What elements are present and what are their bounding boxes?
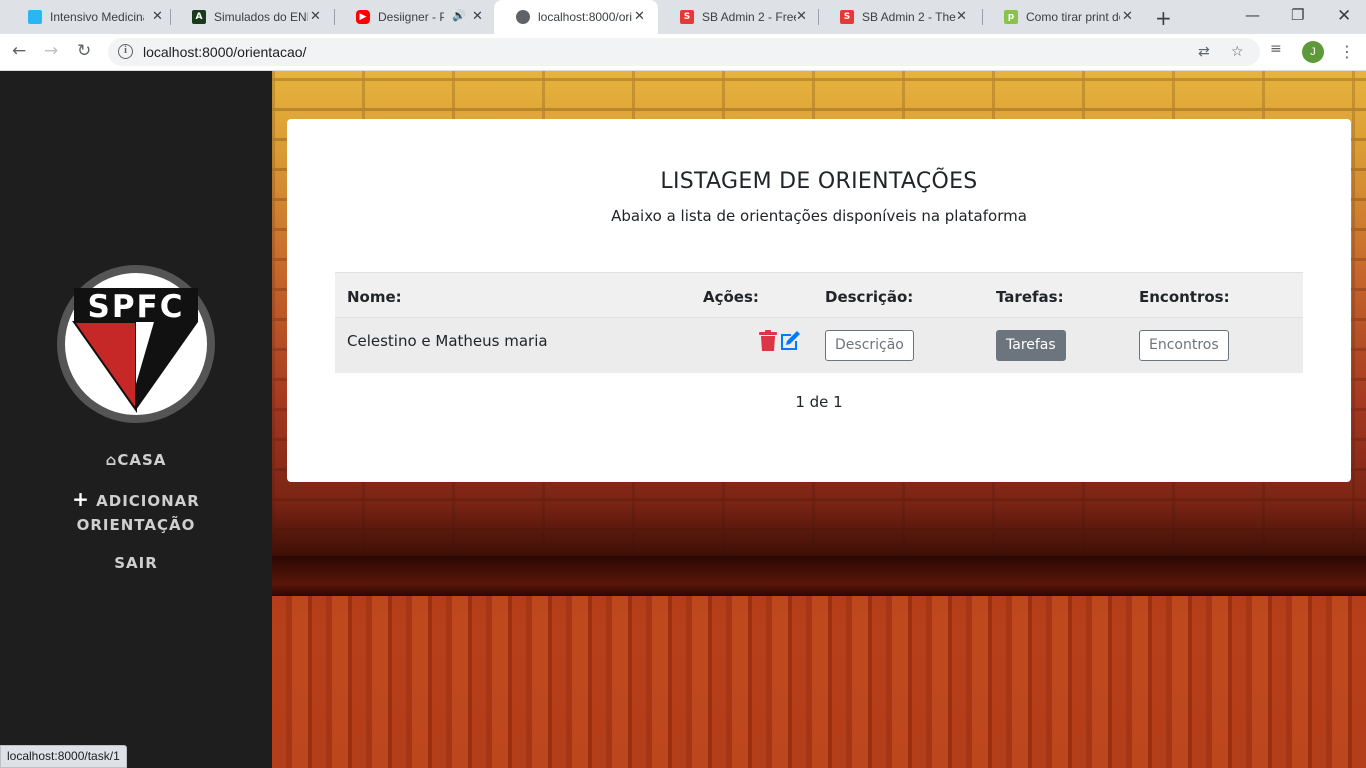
tab-title: SB Admin 2 - Theme [862, 10, 956, 24]
close-icon[interactable]: ✕ [310, 9, 321, 24]
browser-tab-active[interactable]: localhost:8000/orientacao/ ✕ [494, 0, 658, 34]
translate-icon[interactable]: ⇄ [1198, 44, 1210, 60]
tab-title: Como tirar print do [1026, 10, 1120, 24]
spfc-logo: SPFC [57, 265, 215, 423]
close-icon[interactable]: ✕ [956, 9, 967, 24]
site-favicon-icon [28, 10, 42, 24]
restore-icon[interactable]: ❐ [1291, 6, 1304, 24]
meetings-button[interactable]: Encontros [1139, 330, 1229, 361]
browser-tab-strip: Intensivo Medicina ✕ A Simulados do ENEM… [0, 0, 1366, 34]
page-subtitle: Abaixo a lista de orientações disponívei… [611, 207, 1027, 225]
table-row: Celestino e Matheus maria Descrição Tare… [335, 318, 1303, 373]
table-header: Nome: Ações: Descrição: Tarefas: Encontr… [335, 272, 1303, 318]
sidebar-item-logout[interactable]: SAIR [0, 551, 272, 575]
close-icon[interactable]: ✕ [634, 9, 645, 24]
plus-icon: + [72, 487, 90, 511]
orientations-table: Nome: Ações: Descrição: Tarefas: Encontr… [335, 272, 1303, 373]
browser-tab[interactable]: Intensivo Medicina ✕ [6, 0, 170, 34]
column-header-description: Descrição: [825, 288, 914, 306]
address-bar[interactable]: i localhost:8000/orientacao/ ⇄ ☆ [108, 38, 1260, 66]
orientation-name: Celestino e Matheus maria [347, 332, 548, 350]
tab-title: SB Admin 2 - Free [702, 10, 796, 24]
wooden-floor [272, 596, 1366, 768]
column-header-meetings: Encontros: [1139, 288, 1230, 306]
site-favicon-icon: p [1004, 10, 1018, 24]
site-favicon-icon: S [680, 10, 694, 24]
address-url[interactable]: localhost:8000/orientacao/ [143, 44, 306, 60]
tab-title: Intensivo Medicina [50, 10, 144, 24]
column-header-name: Nome: [347, 288, 402, 306]
browser-tab[interactable]: S SB Admin 2 - Free ✕ [658, 0, 818, 34]
home-icon: ⌂ [105, 451, 118, 469]
youtube-icon: ▶ [356, 10, 370, 24]
browser-toolbar: ← → ↻ i localhost:8000/orientacao/ ⇄ ☆ ≡… [0, 34, 1366, 71]
avatar[interactable]: J [1302, 41, 1324, 63]
menu-kebab-icon[interactable]: ⋮ [1339, 42, 1355, 61]
window-close-icon[interactable]: ✕ [1337, 6, 1351, 26]
sidebar-item-label: ORIENTAÇÃO [76, 516, 196, 534]
site-favicon-icon: A [192, 10, 206, 24]
back-arrow-icon[interactable]: ← [12, 41, 26, 61]
sidebar: SPFC ⌂CASA + ADICIONAR ORIENTAÇÃO SAIR [0, 71, 272, 768]
close-icon[interactable]: ✕ [472, 9, 483, 24]
tasks-button[interactable]: Tarefas [996, 330, 1066, 361]
audio-playing-icon[interactable]: 🔊 [452, 9, 466, 22]
page: SPFC ⌂CASA + ADICIONAR ORIENTAÇÃO SAIR L… [0, 71, 1366, 768]
status-bar-url: localhost:8000/task/1 [0, 745, 127, 768]
sidebar-item-label: ADICIONAR [96, 492, 200, 510]
sidebar-item-label: SAIR [114, 554, 158, 572]
close-icon[interactable]: ✕ [796, 9, 807, 24]
forward-arrow-icon[interactable]: → [44, 41, 58, 61]
tab-title: localhost:8000/orientacao/ [538, 10, 632, 24]
edit-icon[interactable] [778, 328, 802, 352]
globe-icon [516, 10, 530, 24]
sidebar-item-label: CASA [117, 451, 167, 469]
browser-tab[interactable]: ▶ Desiigner - Panda 🔊 ✕ [334, 0, 494, 34]
column-header-actions: Ações: [703, 288, 759, 306]
reload-icon[interactable]: ↻ [77, 41, 91, 61]
minimize-icon[interactable]: — [1245, 6, 1260, 24]
tab-title: Desiigner - Panda [378, 10, 444, 24]
browser-tab[interactable]: A Simulados do ENEM ✕ [170, 0, 334, 34]
star-bookmark-icon[interactable]: ☆ [1231, 44, 1244, 60]
sidebar-item-home[interactable]: ⌂CASA [0, 448, 272, 472]
baseboard [272, 556, 1366, 596]
description-button[interactable]: Descrição [825, 330, 914, 361]
column-header-tasks: Tarefas: [996, 288, 1064, 306]
background-stage: LISTAGEM DE ORIENTAÇÕES Abaixo a lista d… [272, 71, 1366, 768]
tab-title: Simulados do ENEM [214, 10, 308, 24]
close-icon[interactable]: ✕ [152, 9, 163, 24]
site-favicon-icon: S [840, 10, 854, 24]
new-tab-plus-icon[interactable]: + [1155, 6, 1172, 30]
trash-icon[interactable] [759, 330, 777, 352]
pagination: 1 de 1 [795, 393, 843, 411]
media-queue-icon[interactable]: ≡ [1270, 41, 1282, 57]
browser-tab[interactable]: S SB Admin 2 - Theme ✕ [818, 0, 982, 34]
close-icon[interactable]: ✕ [1122, 9, 1133, 24]
content-card: LISTAGEM DE ORIENTAÇÕES Abaixo a lista d… [287, 119, 1351, 482]
browser-tab[interactable]: p Como tirar print do ✕ [982, 0, 1146, 34]
info-icon[interactable]: i [118, 44, 133, 59]
sidebar-item-add-orientation[interactable]: + ADICIONAR ORIENTAÇÃO [0, 487, 272, 537]
logo-text: SPFC [88, 289, 185, 325]
page-title: LISTAGEM DE ORIENTAÇÕES [660, 169, 978, 194]
